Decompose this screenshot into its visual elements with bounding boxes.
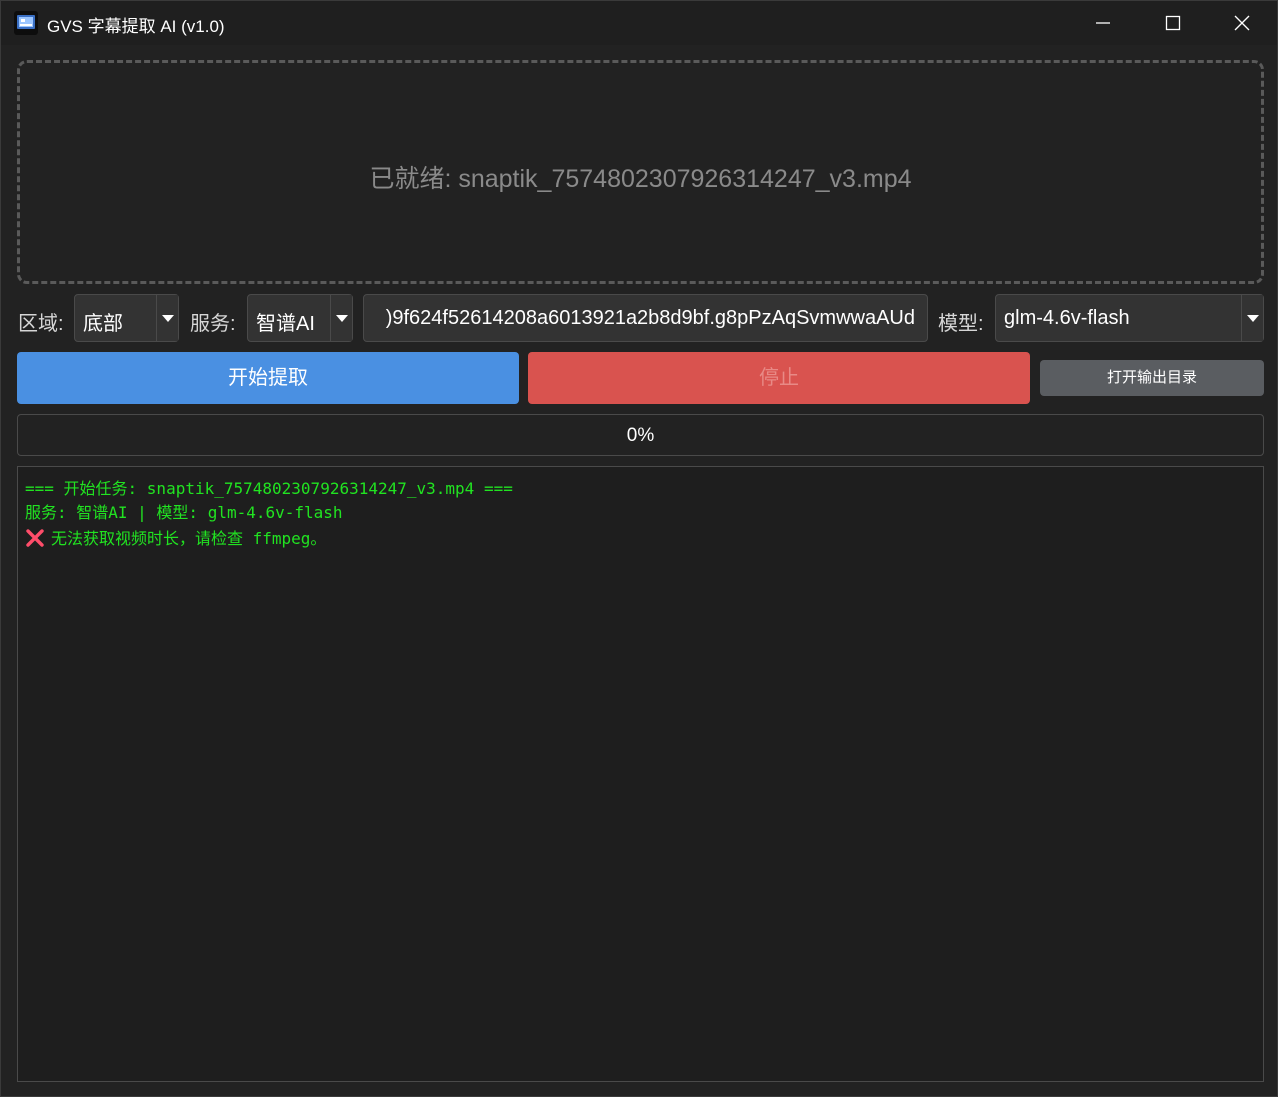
progress-text: 0% (626, 425, 655, 446)
error-x-icon (25, 529, 45, 551)
app-icon (14, 11, 38, 35)
app-window: GVS 字幕提取 AI (v1.0) 已就绪: snaptik_75748023… (0, 0, 1278, 1097)
log-error-text: 无法获取视频时长，请检查 ffmpeg。 (51, 529, 327, 548)
stop-button[interactable]: 停止 (528, 352, 1030, 404)
model-select-value: glm-4.6v-flash (1004, 307, 1130, 329)
service-select[interactable]: 智谱AI (247, 294, 353, 342)
api-key-value: )9f624f52614208a6013921a2b8d9bf.g8pPzAqS… (385, 307, 915, 329)
region-select-value: 底部 (83, 313, 123, 335)
log-line: === 开始任务: snaptik_7574802307926314247_v3… (25, 479, 513, 498)
model-select[interactable]: glm-4.6v-flash (995, 294, 1264, 342)
maximize-icon (1165, 15, 1181, 31)
model-label: 模型: (938, 313, 984, 335)
drop-zone-status: 已就绪: snaptik_7574802307926314247_v3.mp4 (369, 165, 912, 193)
log-line-error: 无法获取视频时长，请检查 ffmpeg。 (25, 525, 326, 551)
chevron-down-icon (1247, 315, 1259, 322)
region-label: 区域: (18, 313, 64, 335)
chevron-down-icon (162, 315, 174, 322)
region-select[interactable]: 底部 (74, 294, 179, 342)
close-button[interactable] (1207, 1, 1277, 45)
model-select-arrow[interactable] (1241, 295, 1263, 341)
log-line: 服务: 智谱AI | 模型: glm-4.6v-flash (25, 503, 343, 522)
api-key-input[interactable]: )9f624f52614208a6013921a2b8d9bf.g8pPzAqS… (363, 294, 928, 342)
minimize-button[interactable] (1068, 1, 1138, 45)
open-output-folder-button[interactable]: 打开输出目录 (1040, 360, 1264, 396)
title-bar[interactable]: GVS 字幕提取 AI (v1.0) (1, 1, 1277, 45)
log-output[interactable]: === 开始任务: snaptik_7574802307926314247_v3… (17, 466, 1264, 1082)
region-select-arrow[interactable] (156, 295, 178, 341)
close-icon (1234, 15, 1250, 31)
chevron-down-icon (336, 315, 348, 322)
progress-bar: 0% (17, 414, 1264, 456)
window-title: GVS 字幕提取 AI (v1.0) (47, 17, 225, 36)
service-label: 服务: (190, 313, 236, 335)
minimize-icon (1096, 22, 1110, 24)
video-drop-zone[interactable]: 已就绪: snaptik_7574802307926314247_v3.mp4 (17, 60, 1264, 284)
maximize-button[interactable] (1138, 1, 1208, 45)
start-extraction-button[interactable]: 开始提取 (17, 352, 519, 404)
service-select-arrow[interactable] (330, 295, 352, 341)
service-select-value: 智谱AI (256, 313, 315, 335)
